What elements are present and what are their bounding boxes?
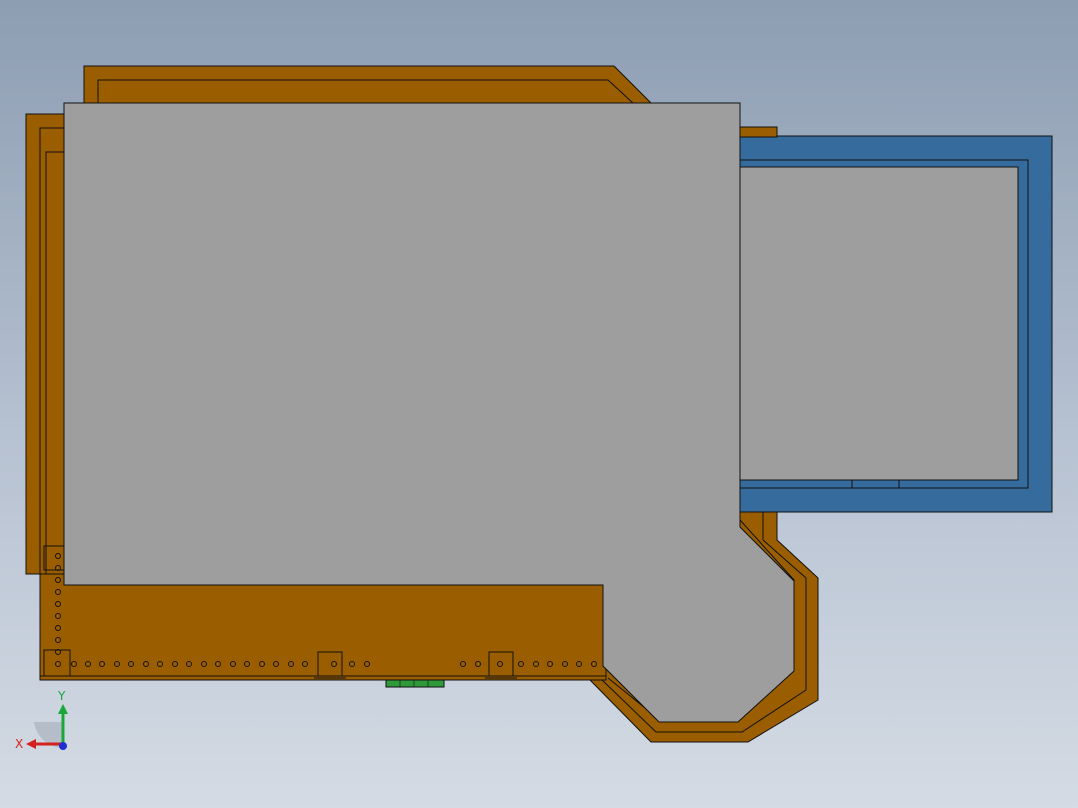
model-view[interactable]: Y X bbox=[0, 0, 1078, 808]
y-axis-label: Y bbox=[57, 689, 66, 703]
reference-triad: Y X bbox=[15, 689, 68, 751]
green-connector-part[interactable] bbox=[385, 679, 445, 688]
x-axis-label: X bbox=[15, 737, 23, 751]
x-axis-arrowhead bbox=[26, 739, 36, 749]
y-axis-arrowhead bbox=[58, 704, 68, 714]
z-axis-dot bbox=[59, 742, 67, 750]
blue-frame-part[interactable] bbox=[734, 135, 1053, 513]
cad-graphics-viewport[interactable]: Y X bbox=[0, 0, 1078, 808]
